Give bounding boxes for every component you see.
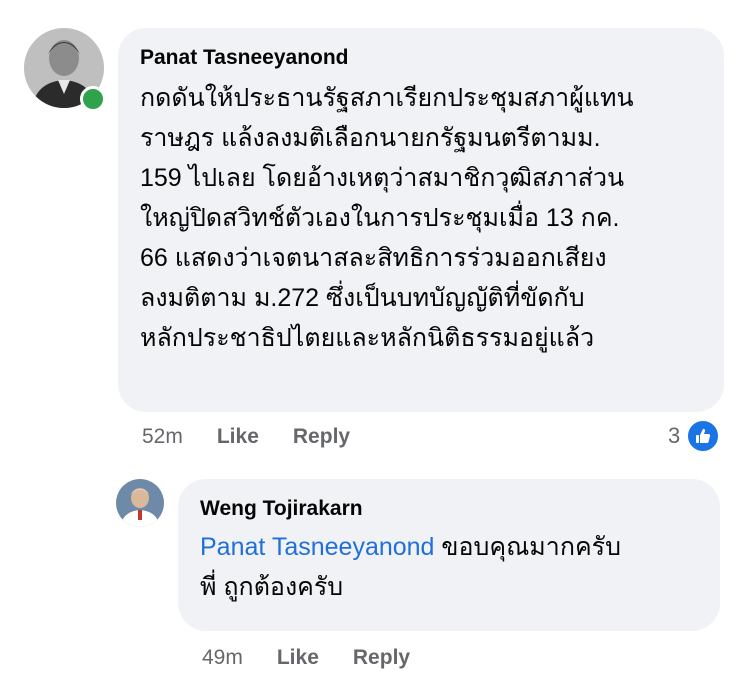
replier-avatar[interactable] — [116, 479, 164, 527]
reply-timestamp[interactable]: 49m — [202, 646, 243, 670]
reaction-summary[interactable]: 3 — [668, 419, 721, 453]
comment-text-line: 159 ไปเลย โดยอ้างเหตุว่าสมาชิกวุฒิสภาส่ว… — [140, 164, 625, 192]
comment-bubble: Panat Tasneeyanond กดดันให้ประธานรัฐสภาเ… — [118, 28, 724, 412]
profile-photo-icon — [116, 479, 164, 527]
thumbs-up-icon — [686, 419, 721, 453]
comment-author-name[interactable]: Panat Tasneeyanond — [140, 46, 702, 70]
comment-text-line: 66 แสดงว่าเจตนาสละสิทธิการร่วมออกเสียง — [140, 244, 607, 272]
reply-text-line: Panat Tasneeyanond ขอบคุณมากครับ — [200, 527, 698, 567]
reply-button[interactable]: Reply — [293, 425, 350, 449]
comment-actions: 52m Like Reply — [142, 423, 350, 451]
reply-text-line: พี่ ถูกต้องครับ — [200, 573, 344, 601]
comment-text-line: ใหญ่ปิดสวิทช์ตัวเองในการประชุมเมื่อ 13 ก… — [140, 204, 620, 232]
reaction-count: 3 — [668, 423, 681, 448]
comment-timestamp[interactable]: 52m — [142, 425, 183, 449]
reply-text-segment: ขอบคุณมากครับ — [434, 533, 621, 561]
online-status-indicator — [80, 86, 106, 112]
reply-bubble: Weng Tojirakarn Panat Tasneeyanond ขอบคุ… — [178, 479, 720, 631]
comment-text-line: หลักประชาธิปไตยและหลักนิติธรรมอยู่แล้ว — [140, 324, 595, 352]
reply-actions: 49m Like Reply — [202, 644, 410, 672]
mention-link[interactable]: Panat Tasneeyanond — [200, 533, 434, 561]
reply-button[interactable]: Reply — [353, 646, 410, 670]
reply-text: Panat Tasneeyanond ขอบคุณมากครับ พี่ ถูก… — [200, 527, 698, 607]
comment-text-line: ลงมติตาม ม.272 ซึ่งเป็นบทบัญญัติที่ขัดกั… — [140, 284, 585, 312]
like-button[interactable]: Like — [217, 425, 259, 449]
comment-text-line: กดดันให้ประธานรัฐสภาเรียกประชุมสภาผู้แทน — [140, 84, 634, 112]
reply-author-name[interactable]: Weng Tojirakarn — [200, 497, 698, 521]
comment-text-line: ราษฎร แล้งลงมติเลือกนายกรัฐมนตรีตามม. — [140, 124, 601, 152]
comment-text: กดดันให้ประธานรัฐสภาเรียกประชุมสภาผู้แทน… — [140, 78, 702, 358]
like-button[interactable]: Like — [277, 646, 319, 670]
